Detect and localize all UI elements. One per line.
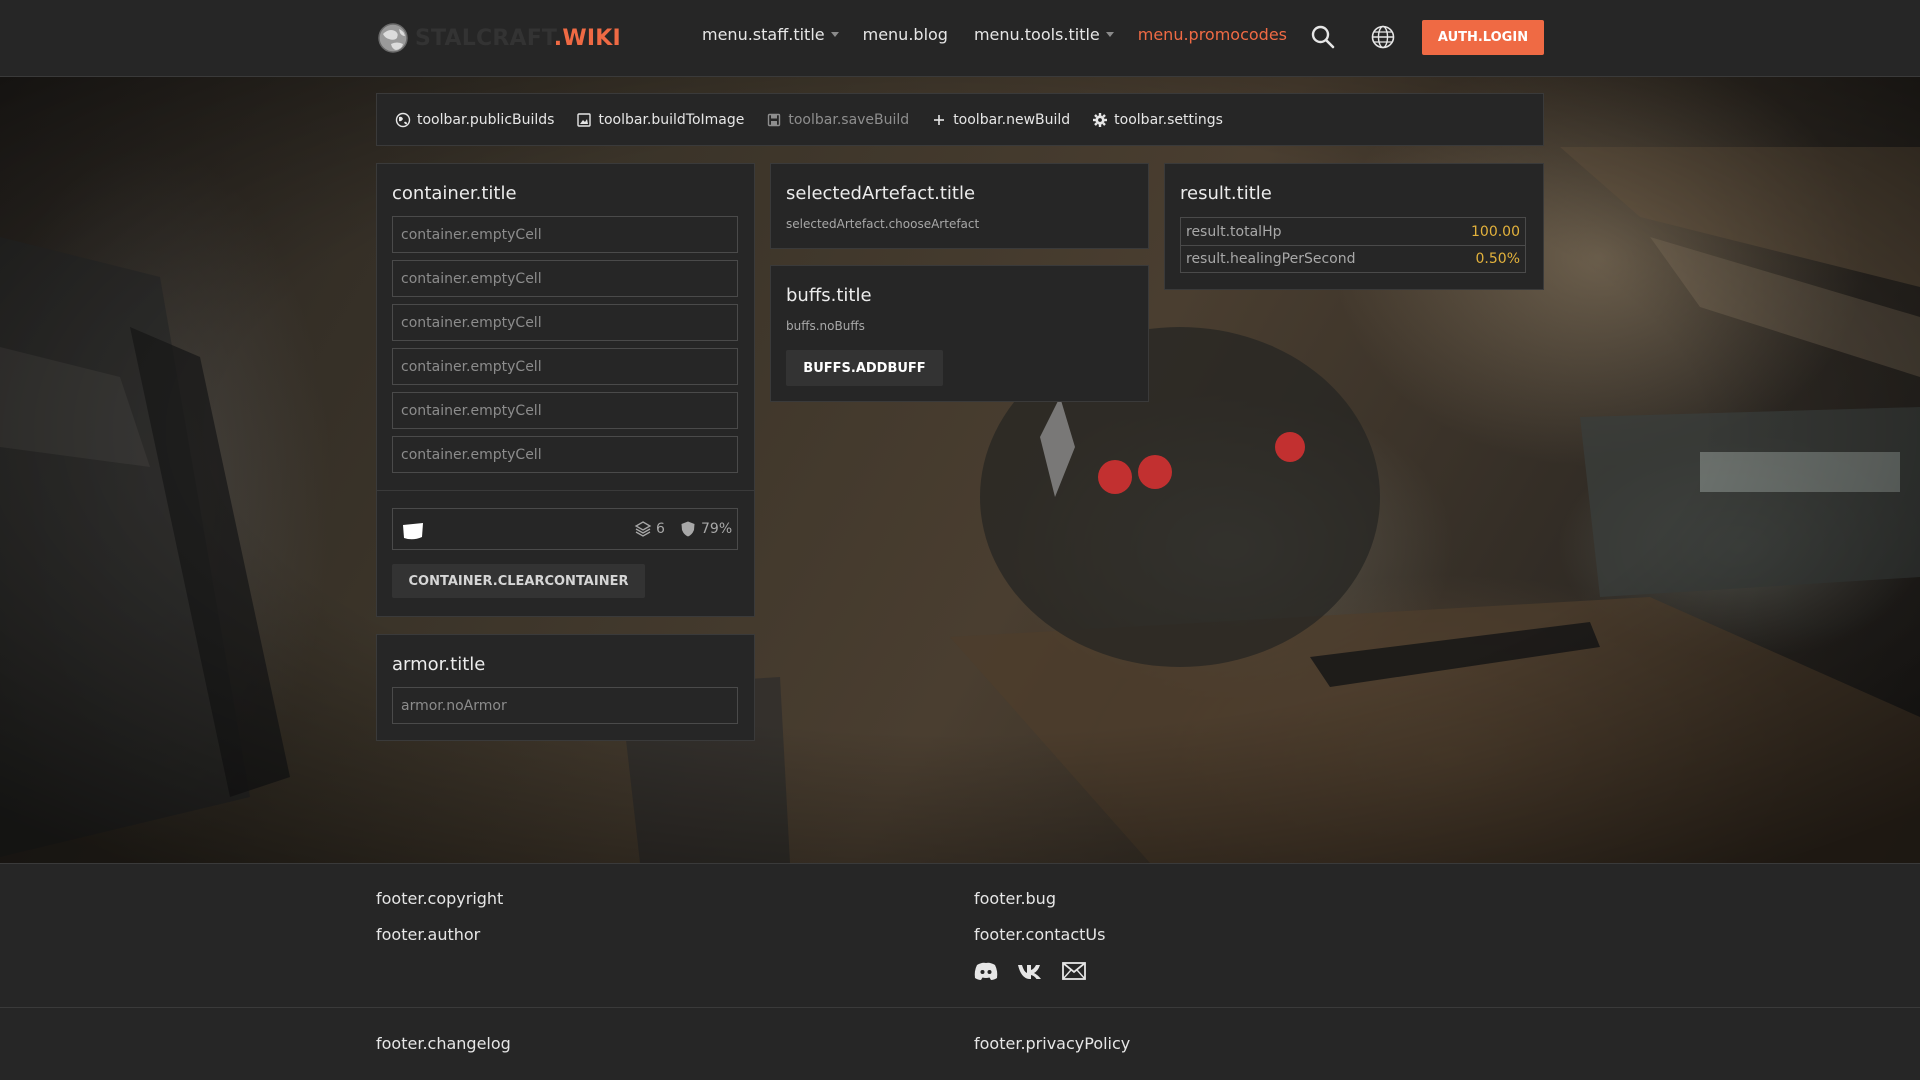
nav-item-label: menu.tools.title	[973, 25, 1100, 44]
footer-divider	[0, 1007, 1920, 1008]
footer-copyright[interactable]: footer.copyright	[376, 889, 503, 908]
protection-value: 79%	[701, 521, 733, 537]
nav-item-label: menu.staff.title	[702, 25, 825, 44]
result-title: result.title	[1180, 183, 1272, 204]
footer-changelog-link[interactable]: footer.changelog	[376, 1034, 511, 1053]
footer-privacy-link[interactable]: footer.privacyPolicy	[974, 1034, 1130, 1053]
image-icon	[577, 112, 592, 127]
clear-container-button[interactable]: CONTAINER.CLEARCONTAINER	[392, 564, 645, 598]
container-cell-6[interactable]: container.emptyCell	[392, 436, 738, 473]
result-panel: result.title result.totalHp 100.00 resul…	[1164, 163, 1544, 290]
gear-icon	[1093, 112, 1108, 127]
toolbar-label: toolbar.settings	[1114, 111, 1223, 128]
chevron-down-icon	[1105, 32, 1114, 37]
nav-item-label: menu.blog	[862, 25, 948, 44]
footer-contact-link[interactable]: footer.contactUs	[974, 925, 1105, 944]
result-value: 0.50%	[1475, 251, 1520, 267]
container-icon	[403, 523, 423, 540]
toolbar-public-builds[interactable]: toolbar.publicBuilds	[395, 112, 554, 128]
buffs-title: buffs.title	[786, 285, 872, 306]
site-footer: footer.copyright footer.author footer.bu…	[0, 863, 1920, 1080]
container-info-row[interactable]: 6 79%	[392, 508, 738, 550]
armor-panel: armor.title armor.noArmor	[376, 634, 755, 741]
no-buffs-text: buffs.noBuffs	[786, 319, 865, 333]
result-value: 100.00	[1471, 223, 1520, 240]
result-row-total-hp: result.totalHp 100.00	[1181, 218, 1525, 245]
layers-icon	[634, 521, 652, 537]
logo-text-stalcraft: STALCRAFT	[415, 25, 554, 51]
chevron-down-icon	[830, 32, 839, 37]
container-panel: container.title container.emptyCell cont…	[376, 163, 755, 617]
toolbar-label: toolbar.saveBuild	[788, 111, 910, 128]
plus-icon	[934, 114, 945, 125]
container-cell-1[interactable]: container.emptyCell	[392, 216, 738, 253]
selected-artefact-title: selectedArtefact.title	[786, 183, 976, 204]
buffs-panel: buffs.title buffs.noBuffs BUFFS.ADDBUFF	[770, 265, 1149, 402]
public-builds-icon	[395, 112, 411, 127]
build-toolbar: toolbar.publicBuilds toolbar.buildToImag…	[376, 93, 1544, 146]
add-buff-button[interactable]: BUFFS.ADDBUFF	[786, 350, 943, 386]
globe-icon[interactable]	[1370, 24, 1396, 50]
mail-icon[interactable]	[1061, 960, 1087, 982]
toolbar-label: toolbar.publicBuilds	[417, 111, 555, 128]
site-logo[interactable]: STALCRAFT.WIKI	[377, 22, 621, 54]
footer-author[interactable]: footer.author	[376, 925, 480, 944]
container-cell-4[interactable]: container.emptyCell	[392, 348, 738, 385]
logo-globe-icon	[378, 23, 408, 53]
login-button[interactable]: AUTH.LOGIN	[1422, 20, 1544, 55]
divider	[377, 490, 754, 491]
toolbar-label: toolbar.newBuild	[953, 111, 1071, 128]
container-cell-2[interactable]: container.emptyCell	[392, 260, 738, 297]
choose-artefact-hint[interactable]: selectedArtefact.chooseArtefact	[786, 217, 979, 231]
nav-item-label: menu.promocodes	[1137, 25, 1288, 44]
save-icon	[768, 113, 781, 126]
main-nav: menu.staff.title menu.blog menu.tools.ti…	[702, 25, 1287, 44]
armor-title: armor.title	[392, 654, 486, 675]
toolbar-build-to-image[interactable]: toolbar.buildToImage	[576, 112, 744, 128]
result-label: result.totalHp	[1186, 223, 1282, 240]
nav-item-staff[interactable]: menu.staff.title	[702, 25, 839, 44]
vk-icon[interactable]	[1017, 960, 1043, 982]
armor-slot[interactable]: armor.noArmor	[392, 687, 738, 724]
protection-stat: 79%	[679, 520, 732, 538]
toolbar-label: toolbar.buildToImage	[598, 111, 745, 128]
toolbar-save-build[interactable]: toolbar.saveBuild	[766, 112, 909, 128]
result-label: result.healingPerSecond	[1186, 251, 1356, 267]
result-row-healing: result.healingPerSecond 0.50%	[1181, 245, 1525, 272]
logo-text-wiki: .WIKI	[553, 25, 621, 51]
discord-icon[interactable]	[973, 960, 999, 982]
toolbar-settings[interactable]: toolbar.settings	[1092, 112, 1223, 128]
site-header: STALCRAFT.WIKI menu.staff.title menu.blo…	[0, 0, 1920, 77]
shield-icon	[681, 521, 695, 537]
nav-item-blog[interactable]: menu.blog	[863, 25, 948, 44]
container-title: container.title	[392, 183, 517, 204]
toolbar-new-build[interactable]: toolbar.newBuild	[931, 112, 1070, 128]
nav-item-promocodes[interactable]: menu.promocodes	[1138, 25, 1287, 44]
result-table: result.totalHp 100.00 result.healingPerS…	[1180, 217, 1526, 273]
layers-stat: 6	[634, 520, 665, 538]
nav-item-tools[interactable]: menu.tools.title	[974, 25, 1114, 44]
search-icon[interactable]	[1310, 24, 1336, 50]
container-cell-3[interactable]: container.emptyCell	[392, 304, 738, 341]
footer-bug-link[interactable]: footer.bug	[974, 889, 1056, 908]
container-cell-5[interactable]: container.emptyCell	[392, 392, 738, 429]
layers-value: 6	[656, 521, 665, 537]
selected-artefact-panel: selectedArtefact.title selectedArtefact.…	[770, 163, 1149, 249]
